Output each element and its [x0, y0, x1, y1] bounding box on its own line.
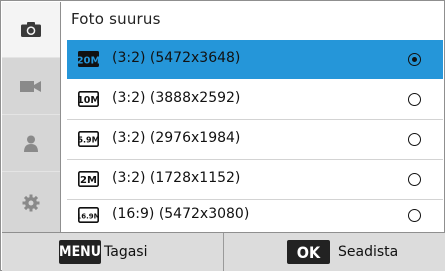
radio-dot [412, 57, 417, 62]
photo-size-panel: Foto suurus 20M (3:2) (5472x3648) 10M (3… [60, 2, 444, 232]
option-row-2m[interactable]: 2M (3:2) (1728x1152) [67, 160, 443, 199]
person-icon [24, 135, 38, 152]
size-10m-icon: 10M [78, 91, 99, 107]
svg-text:20M: 20M [78, 56, 99, 67]
video-camera-icon [20, 81, 41, 92]
option-label: (3:2) (1728x1152) [112, 170, 241, 186]
gear-icon [22, 194, 40, 211]
sidebar [2, 2, 60, 232]
size-16-9m-icon: 16.9M [78, 207, 99, 223]
radio-unselected[interactable] [408, 173, 421, 186]
tab-settings[interactable] [2, 173, 60, 232]
svg-text:2M: 2M [80, 175, 97, 186]
option-label: (3:2) (5472x3648) [112, 50, 241, 66]
option-row-20m[interactable]: 20M (3:2) (5472x3648) [67, 40, 443, 79]
tab-video[interactable] [2, 59, 60, 115]
radio-selected[interactable] [408, 53, 421, 66]
back-label[interactable]: Tagasi [104, 244, 147, 260]
size-2m-icon: 2M [78, 171, 99, 187]
option-label: (3:2) (3888x2592) [112, 90, 241, 106]
radio-unselected[interactable] [408, 93, 421, 106]
camera-menu-screen: Foto suurus 20M (3:2) (5472x3648) 10M (3… [0, 0, 445, 271]
svg-text:5.9M: 5.9M [78, 136, 99, 145]
menu-key[interactable]: MENU [59, 240, 101, 264]
radio-unselected[interactable] [408, 133, 421, 146]
ok-key[interactable]: OK [287, 240, 330, 264]
option-row-5-9m[interactable]: 5.9M (3:2) (2976x1984) [67, 120, 443, 159]
size-5-9m-icon: 5.9M [78, 131, 99, 147]
footer-bar: MENU Tagasi OK Seadista [2, 232, 445, 271]
svg-text:16.9M: 16.9M [78, 213, 99, 221]
option-label: (16:9) (5472x3080) [112, 206, 250, 222]
option-label: (3:2) (2976x1984) [112, 130, 241, 146]
option-row-10m[interactable]: 10M (3:2) (3888x2592) [67, 80, 443, 119]
camera-icon [21, 22, 41, 37]
set-label[interactable]: Seadista [338, 244, 398, 260]
panel-title: Foto suurus [71, 10, 161, 28]
size-20m-icon: 20M [78, 51, 99, 67]
radio-unselected[interactable] [408, 209, 421, 222]
tab-user[interactable] [2, 116, 60, 172]
footer-separator [223, 233, 224, 271]
svg-text:10M: 10M [78, 95, 99, 106]
tab-photo[interactable] [2, 2, 60, 58]
option-row-16-9m[interactable]: 16.9M (16:9) (5472x3080) [67, 200, 443, 231]
